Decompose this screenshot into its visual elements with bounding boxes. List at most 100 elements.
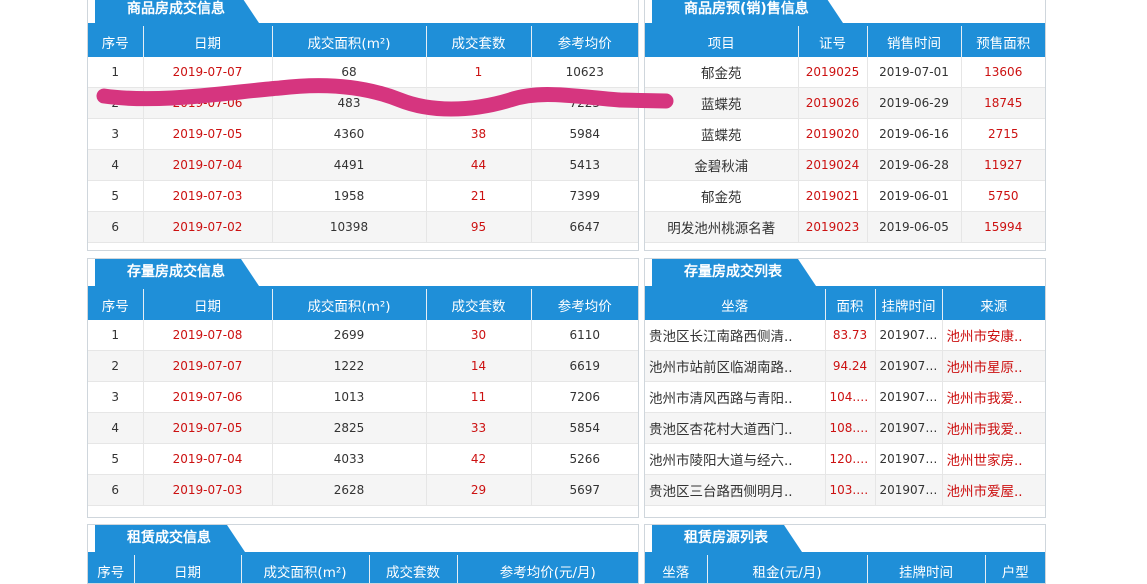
table-cell: 42 bbox=[426, 443, 532, 475]
col-header: 成交套数 bbox=[426, 289, 532, 320]
table-row[interactable]: 池州市陵阳大道与经六.. 120.45 20190708 池州世家房.. bbox=[645, 443, 1045, 475]
rent-list-tab[interactable]: 租赁房源列表 bbox=[652, 525, 802, 552]
col-header: 成交面积(m²) bbox=[272, 26, 427, 57]
table-row[interactable]: 明发池州桃源名著 2019023 2019-06-05 15994 bbox=[645, 211, 1045, 243]
table-cell: 483 bbox=[272, 87, 427, 119]
table-cell: 13606 bbox=[961, 57, 1045, 88]
table-cell: 2019-07-06 bbox=[143, 381, 273, 413]
stock-deals-table: 序号 日期 成交面积(m²) 成交套数 参考均价 1 2019-07-08 2699… bbox=[88, 289, 638, 506]
table-cell: 20190705 bbox=[875, 474, 943, 506]
col-header: 日期 bbox=[143, 289, 273, 320]
table-cell: 7206 bbox=[531, 381, 638, 413]
stock-list-tab[interactable]: 存量房成交列表 bbox=[652, 259, 816, 286]
table-row[interactable]: 郁金苑 2019021 2019-06-01 5750 bbox=[645, 180, 1045, 212]
table-cell: 38 bbox=[426, 118, 532, 150]
table-cell: 贵池区长江南路西侧清.. bbox=[645, 320, 826, 351]
table-cell: 1 bbox=[88, 320, 144, 351]
table-cell: 1 bbox=[426, 57, 532, 88]
table-cell: 10398 bbox=[272, 211, 427, 243]
table-cell: 10623 bbox=[531, 57, 638, 88]
table-cell: 郁金苑 bbox=[645, 180, 799, 212]
table-cell: 2019-06-01 bbox=[867, 180, 962, 212]
table-cell: 池州世家房.. bbox=[942, 443, 1045, 475]
table-header-row: 项目 证号 销售时间 预售面积 bbox=[645, 26, 1045, 57]
table-cell: 2019-07-06 bbox=[143, 87, 273, 119]
rent-deals-header: 租赁成交信息 bbox=[88, 525, 638, 555]
table-row[interactable]: 3 2019-07-06 1013 11 7206 bbox=[88, 381, 638, 413]
table-row[interactable]: 5 2019-07-03 1958 21 7399 bbox=[88, 180, 638, 212]
table-cell: 6 bbox=[88, 211, 144, 243]
table-cell: 11 bbox=[426, 381, 532, 413]
table-cell: 5266 bbox=[531, 443, 638, 475]
table-cell: 池州市站前区临湖南路.. bbox=[645, 350, 826, 382]
table-cell: 1013 bbox=[272, 381, 427, 413]
table-cell: 30 bbox=[426, 320, 532, 351]
col-header: 户型 bbox=[985, 555, 1045, 583]
table-row[interactable]: 2 2019-07-06 483 7223 bbox=[88, 87, 638, 119]
rent-deals-tab[interactable]: 租赁成交信息 bbox=[95, 525, 245, 552]
stock-deals-tab[interactable]: 存量房成交信息 bbox=[95, 259, 259, 286]
table-cell: 4491 bbox=[272, 149, 427, 181]
table-row[interactable]: 池州市站前区临湖南路.. 94.24 20190707 池州市星原.. bbox=[645, 350, 1045, 382]
table-cell: 池州市安康.. bbox=[942, 320, 1045, 351]
presale-header: 商品房预(销)售信息 bbox=[645, 0, 1045, 26]
table-cell: 1 bbox=[88, 57, 144, 88]
table-cell: 2019-07-05 bbox=[143, 412, 273, 444]
table-row[interactable]: 6 2019-07-03 2628 29 5697 bbox=[88, 474, 638, 506]
table-row[interactable]: 池州市清风西路与青阳.. 104.83 20190705 池州市我爱.. bbox=[645, 381, 1045, 413]
table-cell: 6110 bbox=[531, 320, 638, 351]
new-deals-tab[interactable]: 商品房成交信息 bbox=[95, 0, 259, 23]
table-cell: 2019024 bbox=[798, 149, 868, 181]
presale-tab[interactable]: 商品房预(销)售信息 bbox=[652, 0, 843, 23]
table-cell: 金碧秋浦 bbox=[645, 149, 799, 181]
table-cell: 29 bbox=[426, 474, 532, 506]
table-cell: 2019-06-29 bbox=[867, 87, 962, 119]
col-header: 成交套数 bbox=[369, 555, 458, 583]
table-row[interactable]: 金碧秋浦 2019024 2019-06-28 11927 bbox=[645, 149, 1045, 181]
table-cell bbox=[426, 87, 532, 119]
table-cell: 21 bbox=[426, 180, 532, 212]
rent-deals-table: 序号 日期 成交面积(m²) 成交套数 参考均价(元/月) bbox=[88, 555, 638, 583]
table-row[interactable]: 贵池区三台路西侧明月.. 103.74 20190705 池州市爱屋.. bbox=[645, 474, 1045, 506]
table-cell: 池州市清风西路与青阳.. bbox=[645, 381, 826, 413]
table-cell: 3 bbox=[88, 118, 144, 150]
col-header: 面积 bbox=[825, 289, 876, 320]
new-deals-panel: 商品房成交信息 序号 日期 成交面积(m²) 成交套数 参考均价 1 2019-0… bbox=[87, 0, 639, 251]
table-header-row: 序号 日期 成交面积(m²) 成交套数 参考均价 bbox=[88, 26, 638, 57]
table-row[interactable]: 郁金苑 2019025 2019-07-01 13606 bbox=[645, 57, 1045, 88]
table-row[interactable]: 1 2019-07-07 68 1 10623 bbox=[88, 57, 638, 88]
table-cell: 20190705 bbox=[875, 381, 943, 413]
col-header: 坐落 bbox=[645, 555, 708, 583]
table-cell: 郁金苑 bbox=[645, 57, 799, 88]
table-row[interactable]: 5 2019-07-04 4033 42 5266 bbox=[88, 443, 638, 475]
table-cell: 明发池州桃源名著 bbox=[645, 211, 799, 243]
table-cell: 4 bbox=[88, 412, 144, 444]
col-header: 成交套数 bbox=[426, 26, 532, 57]
col-header: 序号 bbox=[88, 289, 144, 320]
table-cell: 20190708 bbox=[875, 320, 943, 351]
table-row[interactable]: 1 2019-07-08 2699 30 6110 bbox=[88, 320, 638, 351]
table-row[interactable]: 2 2019-07-07 1222 14 6619 bbox=[88, 350, 638, 382]
table-cell: 2019-06-16 bbox=[867, 118, 962, 150]
table-cell: 2019-07-02 bbox=[143, 211, 273, 243]
rent-deals-panel: 租赁成交信息 序号 日期 成交面积(m²) 成交套数 参考均价(元/月) bbox=[87, 524, 639, 584]
table-row[interactable]: 6 2019-07-02 10398 95 6647 bbox=[88, 211, 638, 243]
stock-list-header: 存量房成交列表 bbox=[645, 259, 1045, 289]
table-cell: 11927 bbox=[961, 149, 1045, 181]
table-cell: 池州市我爱.. bbox=[942, 381, 1045, 413]
table-cell: 14 bbox=[426, 350, 532, 382]
table-row[interactable]: 4 2019-07-05 2825 33 5854 bbox=[88, 412, 638, 444]
table-cell: 2019-06-05 bbox=[867, 211, 962, 243]
table-row[interactable]: 贵池区杏花村大道西门.. 108.11 20190707 池州市我爱.. bbox=[645, 412, 1045, 444]
table-row[interactable]: 贵池区长江南路西侧清.. 83.73 20190708 池州市安康.. bbox=[645, 320, 1045, 351]
table-row[interactable]: 4 2019-07-04 4491 44 5413 bbox=[88, 149, 638, 181]
table-header-row: 序号 日期 成交面积(m²) 成交套数 参考均价 bbox=[88, 289, 638, 320]
table-row[interactable]: 蓝蝶苑 2019020 2019-06-16 2715 bbox=[645, 118, 1045, 150]
table-row[interactable]: 蓝蝶苑 2019026 2019-06-29 18745 bbox=[645, 87, 1045, 119]
table-cell: 2019020 bbox=[798, 118, 868, 150]
table-row[interactable]: 3 2019-07-05 4360 38 5984 bbox=[88, 118, 638, 150]
table-cell: 44 bbox=[426, 149, 532, 181]
table-cell: 6647 bbox=[531, 211, 638, 243]
rent-list-panel: 租赁房源列表 坐落 租金(元/月) 挂牌时间 户型 bbox=[644, 524, 1046, 584]
col-header: 租金(元/月) bbox=[707, 555, 868, 583]
